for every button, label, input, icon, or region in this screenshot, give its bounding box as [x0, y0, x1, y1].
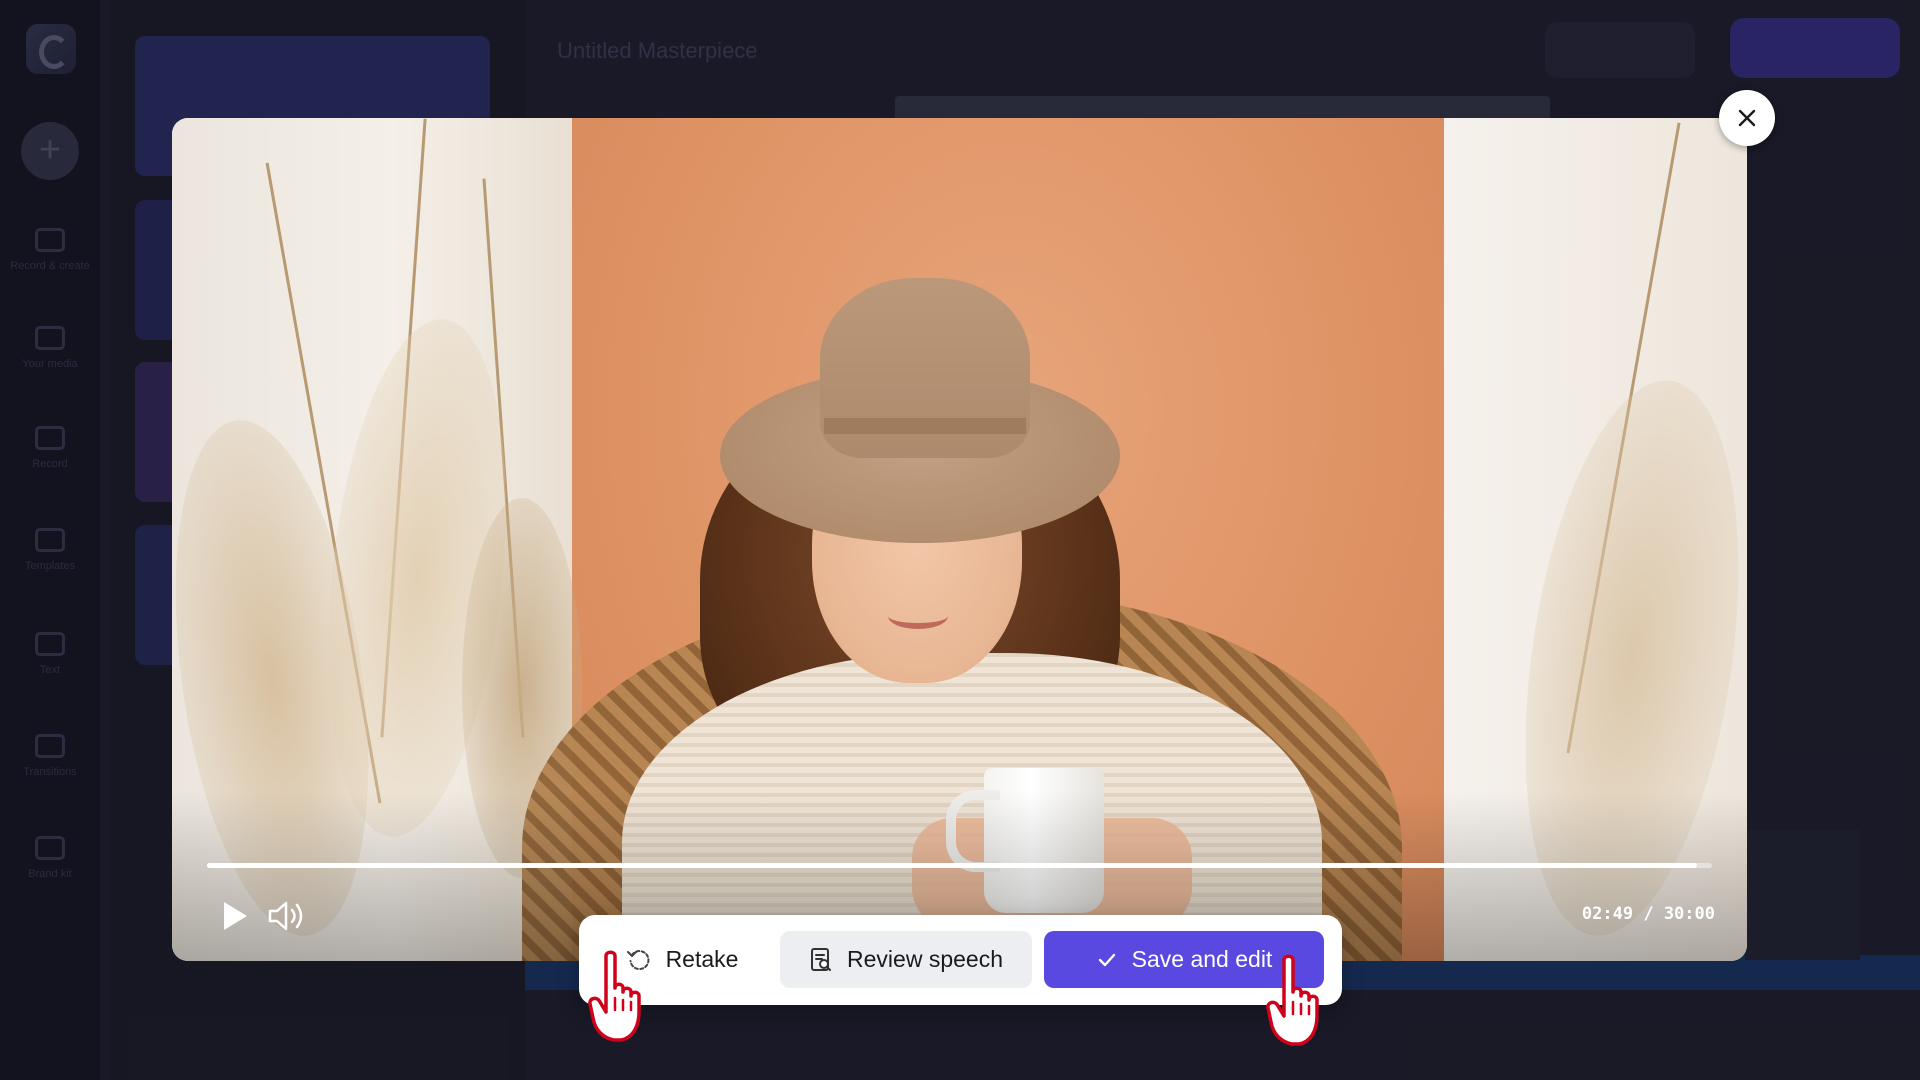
- checkmark-icon: [1096, 949, 1118, 971]
- play-button[interactable]: [214, 896, 254, 936]
- close-icon: [1738, 109, 1756, 127]
- hat-band: [824, 418, 1026, 434]
- review-speech-label: Review speech: [847, 946, 1003, 972]
- time-separator: /: [1643, 904, 1654, 924]
- retake-button[interactable]: Retake: [597, 931, 767, 988]
- total-time: 30:00: [1663, 904, 1715, 924]
- video-preview-modal: 02:49 / 30:00: [172, 118, 1747, 961]
- close-button[interactable]: [1719, 90, 1775, 146]
- review-speech-button[interactable]: Review speech: [780, 931, 1032, 988]
- recording-action-bar: Retake Review speech Save and edit: [579, 915, 1342, 1005]
- current-time: 02:49: [1581, 904, 1634, 924]
- time-readout: 02:49 / 30:00: [1582, 904, 1715, 924]
- video-progress-fill: [207, 863, 1697, 868]
- retake-icon: [626, 947, 652, 973]
- volume-button[interactable]: [266, 896, 308, 936]
- play-icon: [224, 902, 247, 930]
- save-and-edit-label: Save and edit: [1131, 946, 1273, 972]
- video-progress-bar[interactable]: [207, 863, 1712, 868]
- save-and-edit-button[interactable]: Save and edit: [1044, 931, 1324, 988]
- volume-icon: [268, 901, 303, 931]
- subject-mouth: [888, 603, 948, 629]
- retake-label: Retake: [665, 946, 739, 972]
- review-speech-icon: [809, 947, 833, 973]
